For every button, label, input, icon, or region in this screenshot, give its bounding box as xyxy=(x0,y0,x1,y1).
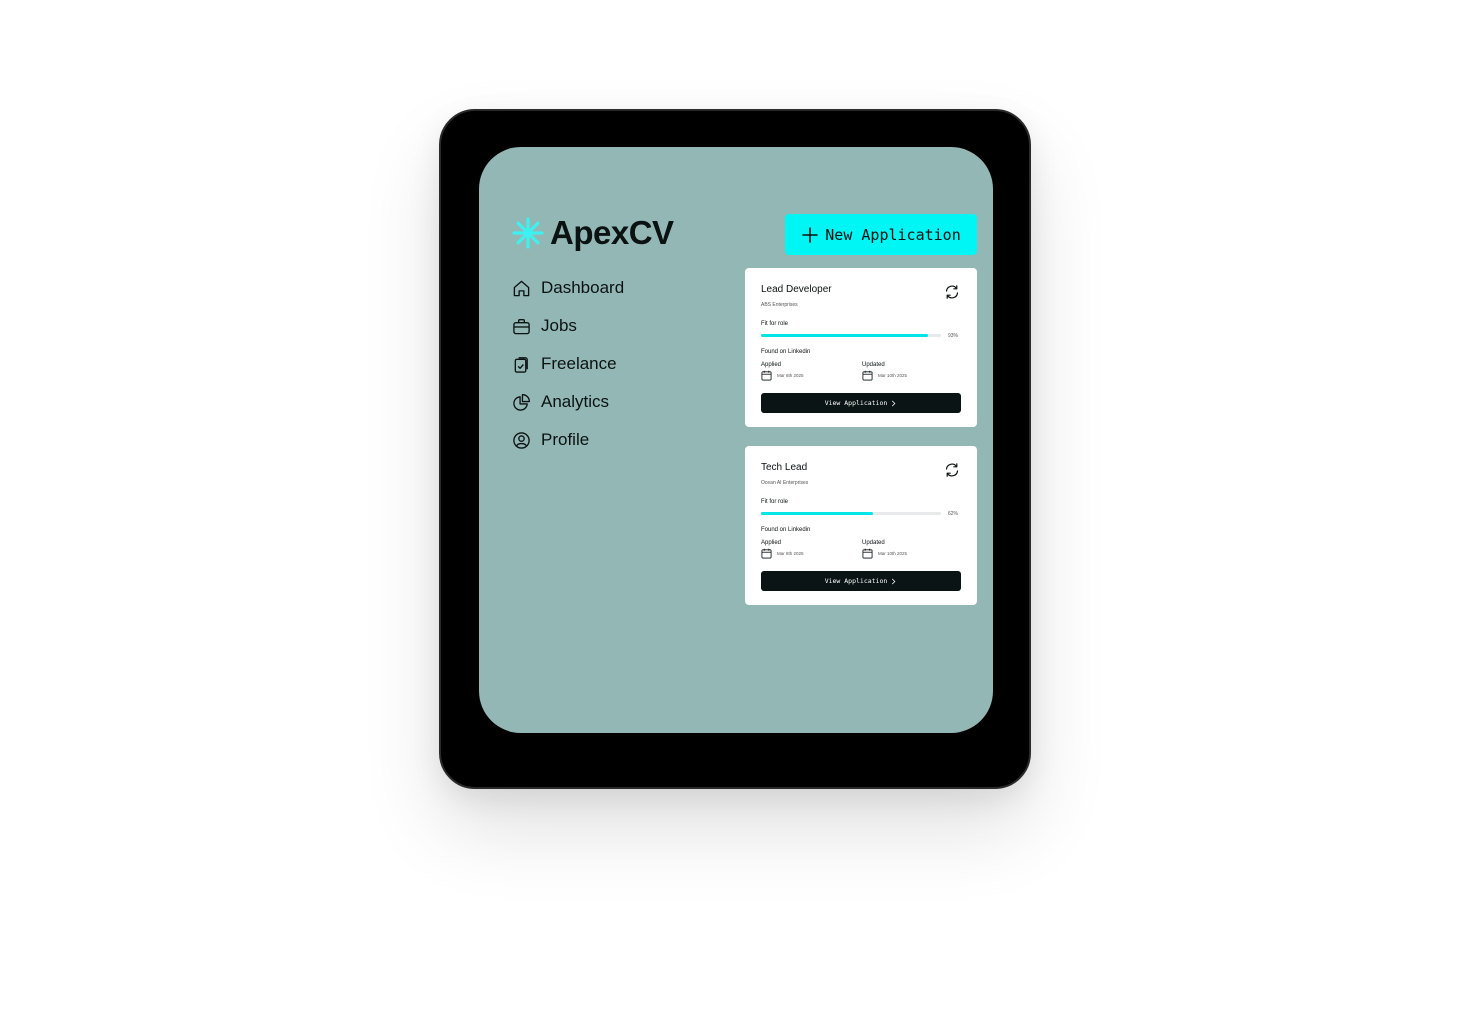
fit-percent: 62% xyxy=(948,511,959,517)
fit-progress-fill xyxy=(761,512,873,515)
clipboard-icon xyxy=(514,356,528,373)
calendar-icon xyxy=(761,370,772,381)
updated-label: Updated xyxy=(862,540,885,546)
view-application-label: View Application xyxy=(824,399,888,407)
applied-date: Mar 8th 2025 xyxy=(777,373,804,378)
applied-label: Applied xyxy=(761,362,782,368)
sidebar-item-label: Freelance xyxy=(541,354,617,373)
fit-label: Fit for role xyxy=(761,499,789,505)
refresh-icon[interactable] xyxy=(944,284,960,300)
sidebar-item-jobs[interactable]: Jobs xyxy=(512,307,624,345)
updated-date: Mar 10th 2025 xyxy=(878,373,908,378)
updated-block: Updated Mar 10th 2025 xyxy=(862,362,907,381)
source-text: Found on Linkedin xyxy=(761,527,811,533)
application-card: Tech Lead Ocean AI Enterprises Fit for r… xyxy=(745,446,977,605)
applied-block: Applied Mar 8th 2025 xyxy=(761,540,804,559)
plus-icon xyxy=(802,226,819,243)
application-card: Lead Developer ABS Enterprises Fit for r… xyxy=(745,268,977,427)
refresh-icon[interactable] xyxy=(944,462,960,478)
applied-label: Applied xyxy=(761,540,782,546)
calendar-icon xyxy=(862,370,873,381)
sidebar-item-profile[interactable]: Profile xyxy=(512,421,624,459)
sidebar-item-label: Analytics xyxy=(541,392,610,411)
source-text: Found on Linkedin xyxy=(761,349,811,355)
chevron-right-icon xyxy=(892,400,896,406)
fit-percent: 93% xyxy=(948,333,959,339)
fit-progress-bar xyxy=(761,334,941,337)
sidebar-item-freelance[interactable]: Freelance xyxy=(512,345,624,383)
view-application-button[interactable]: View Application xyxy=(761,393,961,413)
pie-chart-icon xyxy=(513,393,530,411)
app-name: ApexCV xyxy=(550,214,674,251)
updated-label: Updated xyxy=(862,362,885,368)
company-name: Ocean AI Enterprises xyxy=(761,480,809,486)
calendar-icon xyxy=(862,548,873,559)
sidebar-item-label: Jobs xyxy=(541,316,577,335)
logo: ApexCV xyxy=(512,214,674,252)
company-name: ABS Enterprises xyxy=(761,302,798,308)
app-screen: ApexCV Dashboard Jobs Freelance Analytic… xyxy=(479,147,993,733)
asterisk-logo-icon xyxy=(512,217,544,249)
updated-date: Mar 10th 2025 xyxy=(878,551,908,556)
new-application-label: New Application xyxy=(825,225,961,244)
home-icon xyxy=(513,280,530,296)
job-title: Lead Developer xyxy=(761,284,832,295)
sidebar-item-label: Dashboard xyxy=(541,278,625,297)
user-circle-icon xyxy=(513,431,530,449)
sidebar-item-label: Profile xyxy=(541,430,590,449)
new-application-button[interactable]: New Application xyxy=(785,214,977,255)
fit-progress-fill xyxy=(761,334,929,337)
view-application-label: View Application xyxy=(824,577,888,585)
job-title: Tech Lead xyxy=(761,462,808,473)
fit-progress-bar xyxy=(761,512,941,515)
sidebar-nav: Dashboard Jobs Freelance Analytics Profi… xyxy=(512,269,624,459)
calendar-icon xyxy=(761,548,772,559)
chevron-right-icon xyxy=(892,578,896,584)
briefcase-icon xyxy=(513,318,530,334)
updated-block: Updated Mar 10th 2025 xyxy=(862,540,907,559)
view-application-button[interactable]: View Application xyxy=(761,571,961,591)
sidebar-item-analytics[interactable]: Analytics xyxy=(512,383,624,421)
applied-block: Applied Mar 8th 2025 xyxy=(761,362,804,381)
fit-label: Fit for role xyxy=(761,321,789,327)
sidebar-item-dashboard[interactable]: Dashboard xyxy=(512,269,624,307)
applied-date: Mar 8th 2025 xyxy=(777,551,804,556)
